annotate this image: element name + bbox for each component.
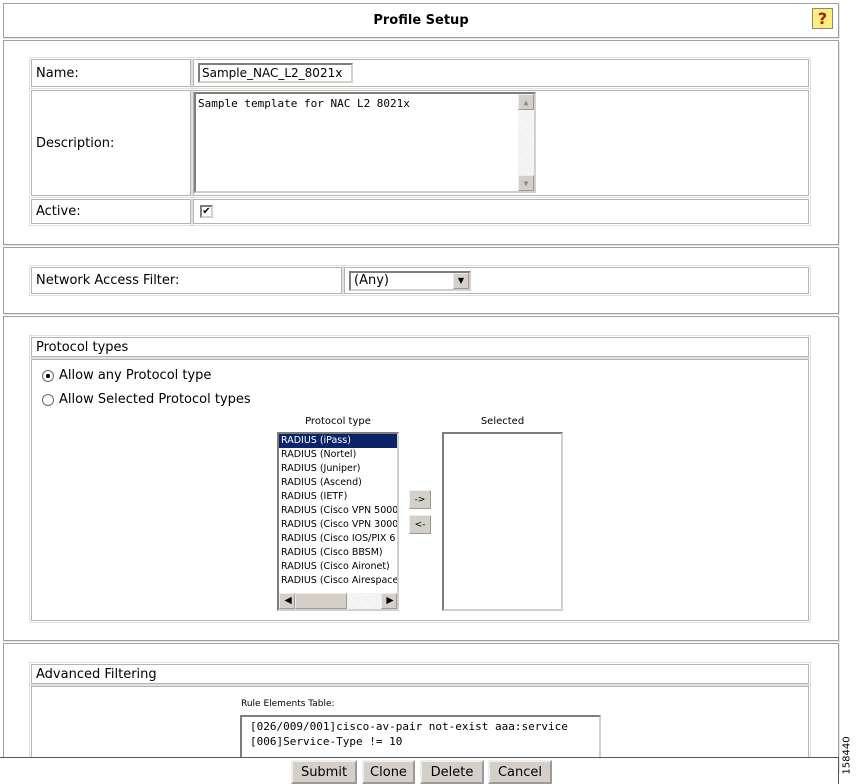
submit-button[interactable]: Submit <box>291 760 357 784</box>
list-item[interactable]: RADIUS (Juniper) <box>279 462 397 476</box>
radio-checked-icon <box>42 370 54 382</box>
scroll-down-icon[interactable]: ▼ <box>518 175 534 191</box>
protocol-type-list[interactable]: RADIUS (iPass) RADIUS (Nortel) RADIUS (J… <box>277 432 399 611</box>
selected-list-header: Selected <box>443 416 562 427</box>
description-label: Description: <box>31 90 191 196</box>
scroll-up-icon[interactable]: ▲ <box>518 94 534 110</box>
remove-button[interactable]: <- <box>409 515 431 534</box>
list-item[interactable]: RADIUS (Cisco VPN 3000) <box>279 518 397 532</box>
list-item[interactable]: RADIUS (IETF) <box>279 490 397 504</box>
naf-select-value: (Any) <box>354 273 389 288</box>
horizontal-scrollbar[interactable]: ◀ ▶ <box>279 593 397 609</box>
naf-select[interactable]: (Any) ▼ <box>349 271 471 291</box>
description-text: Sample template for NAC L2 8021x <box>198 97 410 110</box>
chevron-down-icon[interactable]: ▼ <box>453 273 469 289</box>
active-checkbox[interactable]: ✔ <box>200 205 213 218</box>
advanced-title: Advanced Filtering <box>31 664 809 684</box>
scrollbar[interactable]: ▲ ▼ <box>518 94 534 191</box>
protocol-list-header: Protocol type <box>278 416 398 427</box>
list-item[interactable]: RADIUS (Cisco Airespace) <box>279 574 397 588</box>
list-item[interactable]: RADIUS (iPass) <box>279 434 397 448</box>
scroll-thumb[interactable] <box>295 593 347 609</box>
list-item[interactable]: RADIUS (Cisco IOS/PIX 6 <box>279 532 397 546</box>
scroll-left-icon[interactable]: ◀ <box>279 593 295 609</box>
cancel-button[interactable]: Cancel <box>488 760 552 784</box>
list-item[interactable]: RADIUS (Cisco VPN 5000) <box>279 504 397 518</box>
rule-elements-label: Rule Elements Table: <box>241 699 335 709</box>
rule-item[interactable]: [026/009/001]cisco-av-pair not-exist aaa… <box>250 719 591 734</box>
radio-selected-label: Allow Selected Protocol types <box>59 392 251 407</box>
page-title: Profile Setup <box>373 13 468 28</box>
naf-label: Network Access Filter: <box>31 267 342 294</box>
add-button[interactable]: -> <box>409 490 431 509</box>
active-label: Active: <box>31 199 191 224</box>
clone-button[interactable]: Clone <box>362 760 415 784</box>
figure-id: 158440 <box>842 736 853 774</box>
name-cell <box>193 59 809 87</box>
name-label: Name: <box>31 59 191 87</box>
radio-any-label: Allow any Protocol type <box>59 368 211 383</box>
name-input[interactable] <box>198 63 353 83</box>
protocol-title: Protocol types <box>31 337 809 357</box>
radio-unchecked-icon <box>42 394 54 406</box>
list-item[interactable]: RADIUS (Cisco Aironet) <box>279 560 397 574</box>
list-item[interactable]: RADIUS (Ascend) <box>279 476 397 490</box>
radio-any[interactable]: Allow any Protocol type <box>42 368 211 383</box>
naf-cell: (Any) ▼ <box>344 267 809 294</box>
scroll-right-icon[interactable]: ▶ <box>381 593 397 609</box>
list-item[interactable]: RADIUS (Cisco BBSM) <box>279 546 397 560</box>
active-cell: ✔ <box>193 199 809 224</box>
radio-selected[interactable]: Allow Selected Protocol types <box>42 392 251 407</box>
help-icon[interactable]: ? <box>812 8 833 29</box>
list-item[interactable]: RADIUS (Nortel) <box>279 448 397 462</box>
rule-item[interactable]: [006]Service-Type != 10 <box>250 734 591 749</box>
header-bar: Profile Setup <box>3 3 839 38</box>
description-textarea[interactable]: Sample template for NAC L2 8021x ▲ ▼ <box>194 92 536 193</box>
selected-list[interactable] <box>442 432 563 611</box>
delete-button[interactable]: Delete <box>420 760 484 784</box>
